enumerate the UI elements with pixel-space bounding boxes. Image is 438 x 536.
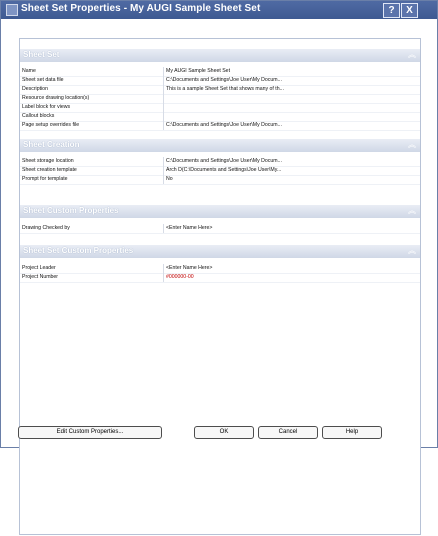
properties-grid: Sheet Set ︽ Name My AUGI Sample Sheet Se… [19, 38, 421, 535]
property-name: Drawing Checked by [22, 225, 70, 231]
property-name: Page setup overrides file [22, 122, 80, 128]
column-divider [163, 67, 164, 76]
property-value[interactable]: C:\Documents and Settings\Joe User\My Do… [166, 121, 418, 130]
property-row-project-number[interactable]: Project Number #000000-00 [20, 273, 420, 283]
window-icon [6, 4, 18, 16]
column-divider [163, 175, 164, 184]
column-divider [163, 166, 164, 175]
property-value[interactable]: C:\Documents and Settings\Joe User\My Do… [166, 157, 418, 166]
property-value[interactable]: <Enter Name Here> [166, 224, 418, 233]
section-title: Sheet Creation [23, 140, 80, 149]
sheet-set-properties-dialog: Sheet Set Properties - My AUGI Sample Sh… [0, 0, 438, 535]
property-name: Prompt for template [22, 176, 68, 182]
property-name: Project Leader [22, 265, 56, 271]
column-divider [163, 224, 164, 233]
property-value[interactable]: #000000-00 [166, 273, 418, 282]
close-title-button[interactable]: X [401, 3, 418, 18]
property-name: Sheet storage location [22, 158, 74, 164]
cancel-button[interactable]: Cancel [258, 426, 318, 439]
help-button[interactable]: Help [322, 426, 382, 439]
property-name: Name [22, 68, 36, 74]
property-value[interactable]: No [166, 175, 418, 184]
column-divider [163, 157, 164, 166]
column-divider [163, 94, 164, 103]
section-title: Sheet Set [23, 50, 60, 59]
column-divider [163, 112, 164, 121]
title-bar: Sheet Set Properties - My AUGI Sample Sh… [1, 1, 437, 19]
property-name: Project Number [22, 274, 59, 280]
section-header[interactable]: Sheet Set Custom Properties ︽ [20, 245, 420, 258]
property-value[interactable]: This is a sample Sheet Set that shows ma… [166, 85, 418, 94]
property-name: Callout blocks [22, 113, 55, 119]
column-divider [163, 103, 164, 112]
section-header[interactable]: Sheet Custom Properties ︽ [20, 205, 420, 218]
property-name: Resource drawing location(s) [22, 95, 90, 101]
property-value[interactable]: C:\Documents and Settings\Joe User\My Do… [166, 76, 418, 85]
property-value[interactable]: Arch D(C:\Documents and Settings\Joe Use… [166, 166, 418, 175]
column-divider [163, 264, 164, 273]
section-title: Sheet Custom Properties [23, 206, 119, 215]
window-title: Sheet Set Properties - My AUGI Sample Sh… [21, 3, 261, 14]
property-name: Description [22, 86, 48, 92]
column-divider [163, 273, 164, 282]
help-title-button[interactable]: ? [383, 3, 400, 18]
collapse-icon[interactable]: ︽ [408, 141, 416, 149]
property-name: Sheet creation template [22, 167, 77, 173]
property-row-drawing-checked-by[interactable]: Drawing Checked by <Enter Name Here> [20, 224, 420, 234]
collapse-icon[interactable]: ︽ [408, 247, 416, 255]
property-value[interactable]: <Enter Name Here> [166, 264, 418, 273]
property-name: Sheet set data file [22, 77, 64, 83]
property-row-page-setup-overrides-file[interactable]: Page setup overrides file C:\Documents a… [20, 121, 420, 131]
column-divider [163, 121, 164, 130]
edit-custom-properties-button[interactable]: Edit Custom Properties... [18, 426, 162, 439]
property-name: Label block for views [22, 104, 71, 110]
collapse-icon[interactable]: ︽ [408, 51, 416, 59]
section-header[interactable]: Sheet Set ︽ [20, 49, 420, 62]
ok-button[interactable]: OK [194, 426, 254, 439]
section-header[interactable]: Sheet Creation ︽ [20, 139, 420, 152]
column-divider [163, 85, 164, 94]
column-divider [163, 76, 164, 85]
properties-panel: Sheet Set ︽ Name My AUGI Sample Sheet Se… [19, 38, 421, 536]
collapse-icon[interactable]: ︽ [408, 207, 416, 215]
property-value[interactable]: My AUGI Sample Sheet Set [166, 67, 418, 76]
property-row-prompt-for-template[interactable]: Prompt for template No [20, 175, 420, 185]
section-title: Sheet Set Custom Properties [23, 246, 134, 255]
